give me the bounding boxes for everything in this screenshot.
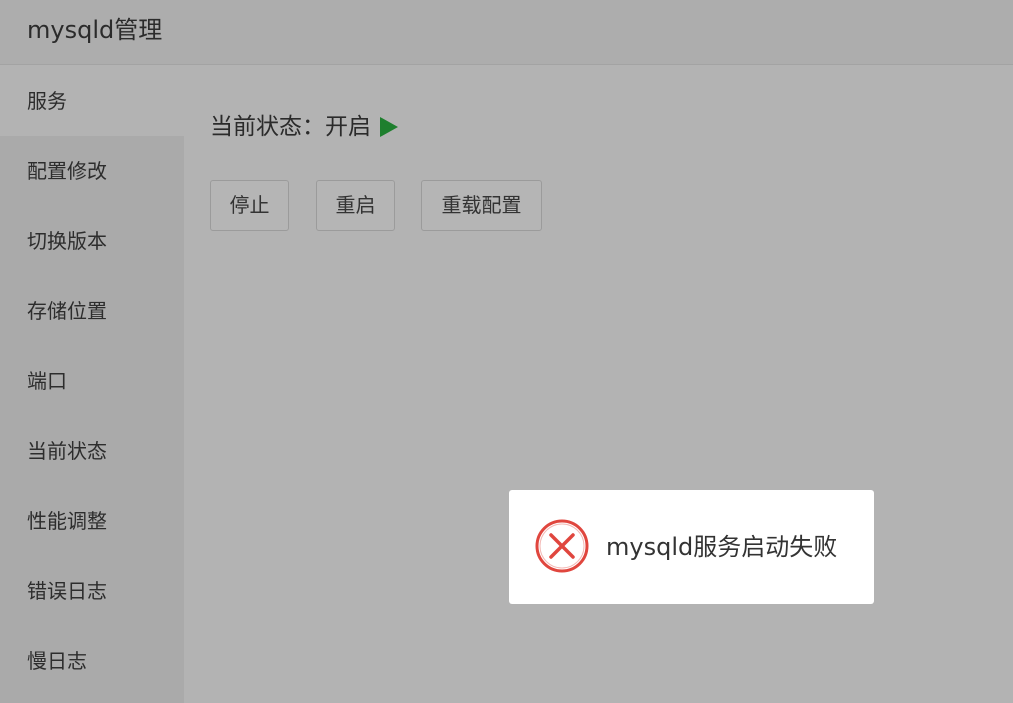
sidebar-item-service[interactable]: 服务 [0,66,184,136]
sidebar-item-config-edit[interactable]: 配置修改 [0,136,184,206]
sidebar: 服务 配置修改 切换版本 存储位置 端口 当前状态 性能调整 错误日志 慢日志 [0,66,184,703]
sidebar-item-performance-tuning[interactable]: 性能调整 [0,486,184,556]
page-title: mysqld管理 [27,16,163,44]
main-content: 当前状态：开启 停止 重启 重载配置 [184,66,1013,703]
app-window: mysqld管理 服务 配置修改 切换版本 存储位置 端口 当前状态 性能调整 … [0,0,1013,703]
error-toast: mysqld服务启动失败 [509,490,874,604]
status-label: 当前状态： [210,114,325,140]
restart-button[interactable]: 重启 [316,180,395,231]
sidebar-item-port[interactable]: 端口 [0,346,184,416]
status-value: 开启 [325,114,371,140]
sidebar-item-switch-version[interactable]: 切换版本 [0,206,184,276]
sidebar-item-slow-log[interactable]: 慢日志 [0,626,184,696]
sidebar-item-storage-location[interactable]: 存储位置 [0,276,184,346]
play-icon [380,117,398,137]
stop-button[interactable]: 停止 [210,180,289,231]
header: mysqld管理 [0,0,1013,65]
sidebar-item-current-status[interactable]: 当前状态 [0,416,184,486]
service-status: 当前状态：开启 [210,112,398,142]
error-circle-x-icon [534,518,590,574]
reload-config-button[interactable]: 重载配置 [421,180,542,231]
sidebar-item-error-log[interactable]: 错误日志 [0,556,184,626]
toast-message: mysqld服务启动失败 [606,533,838,561]
